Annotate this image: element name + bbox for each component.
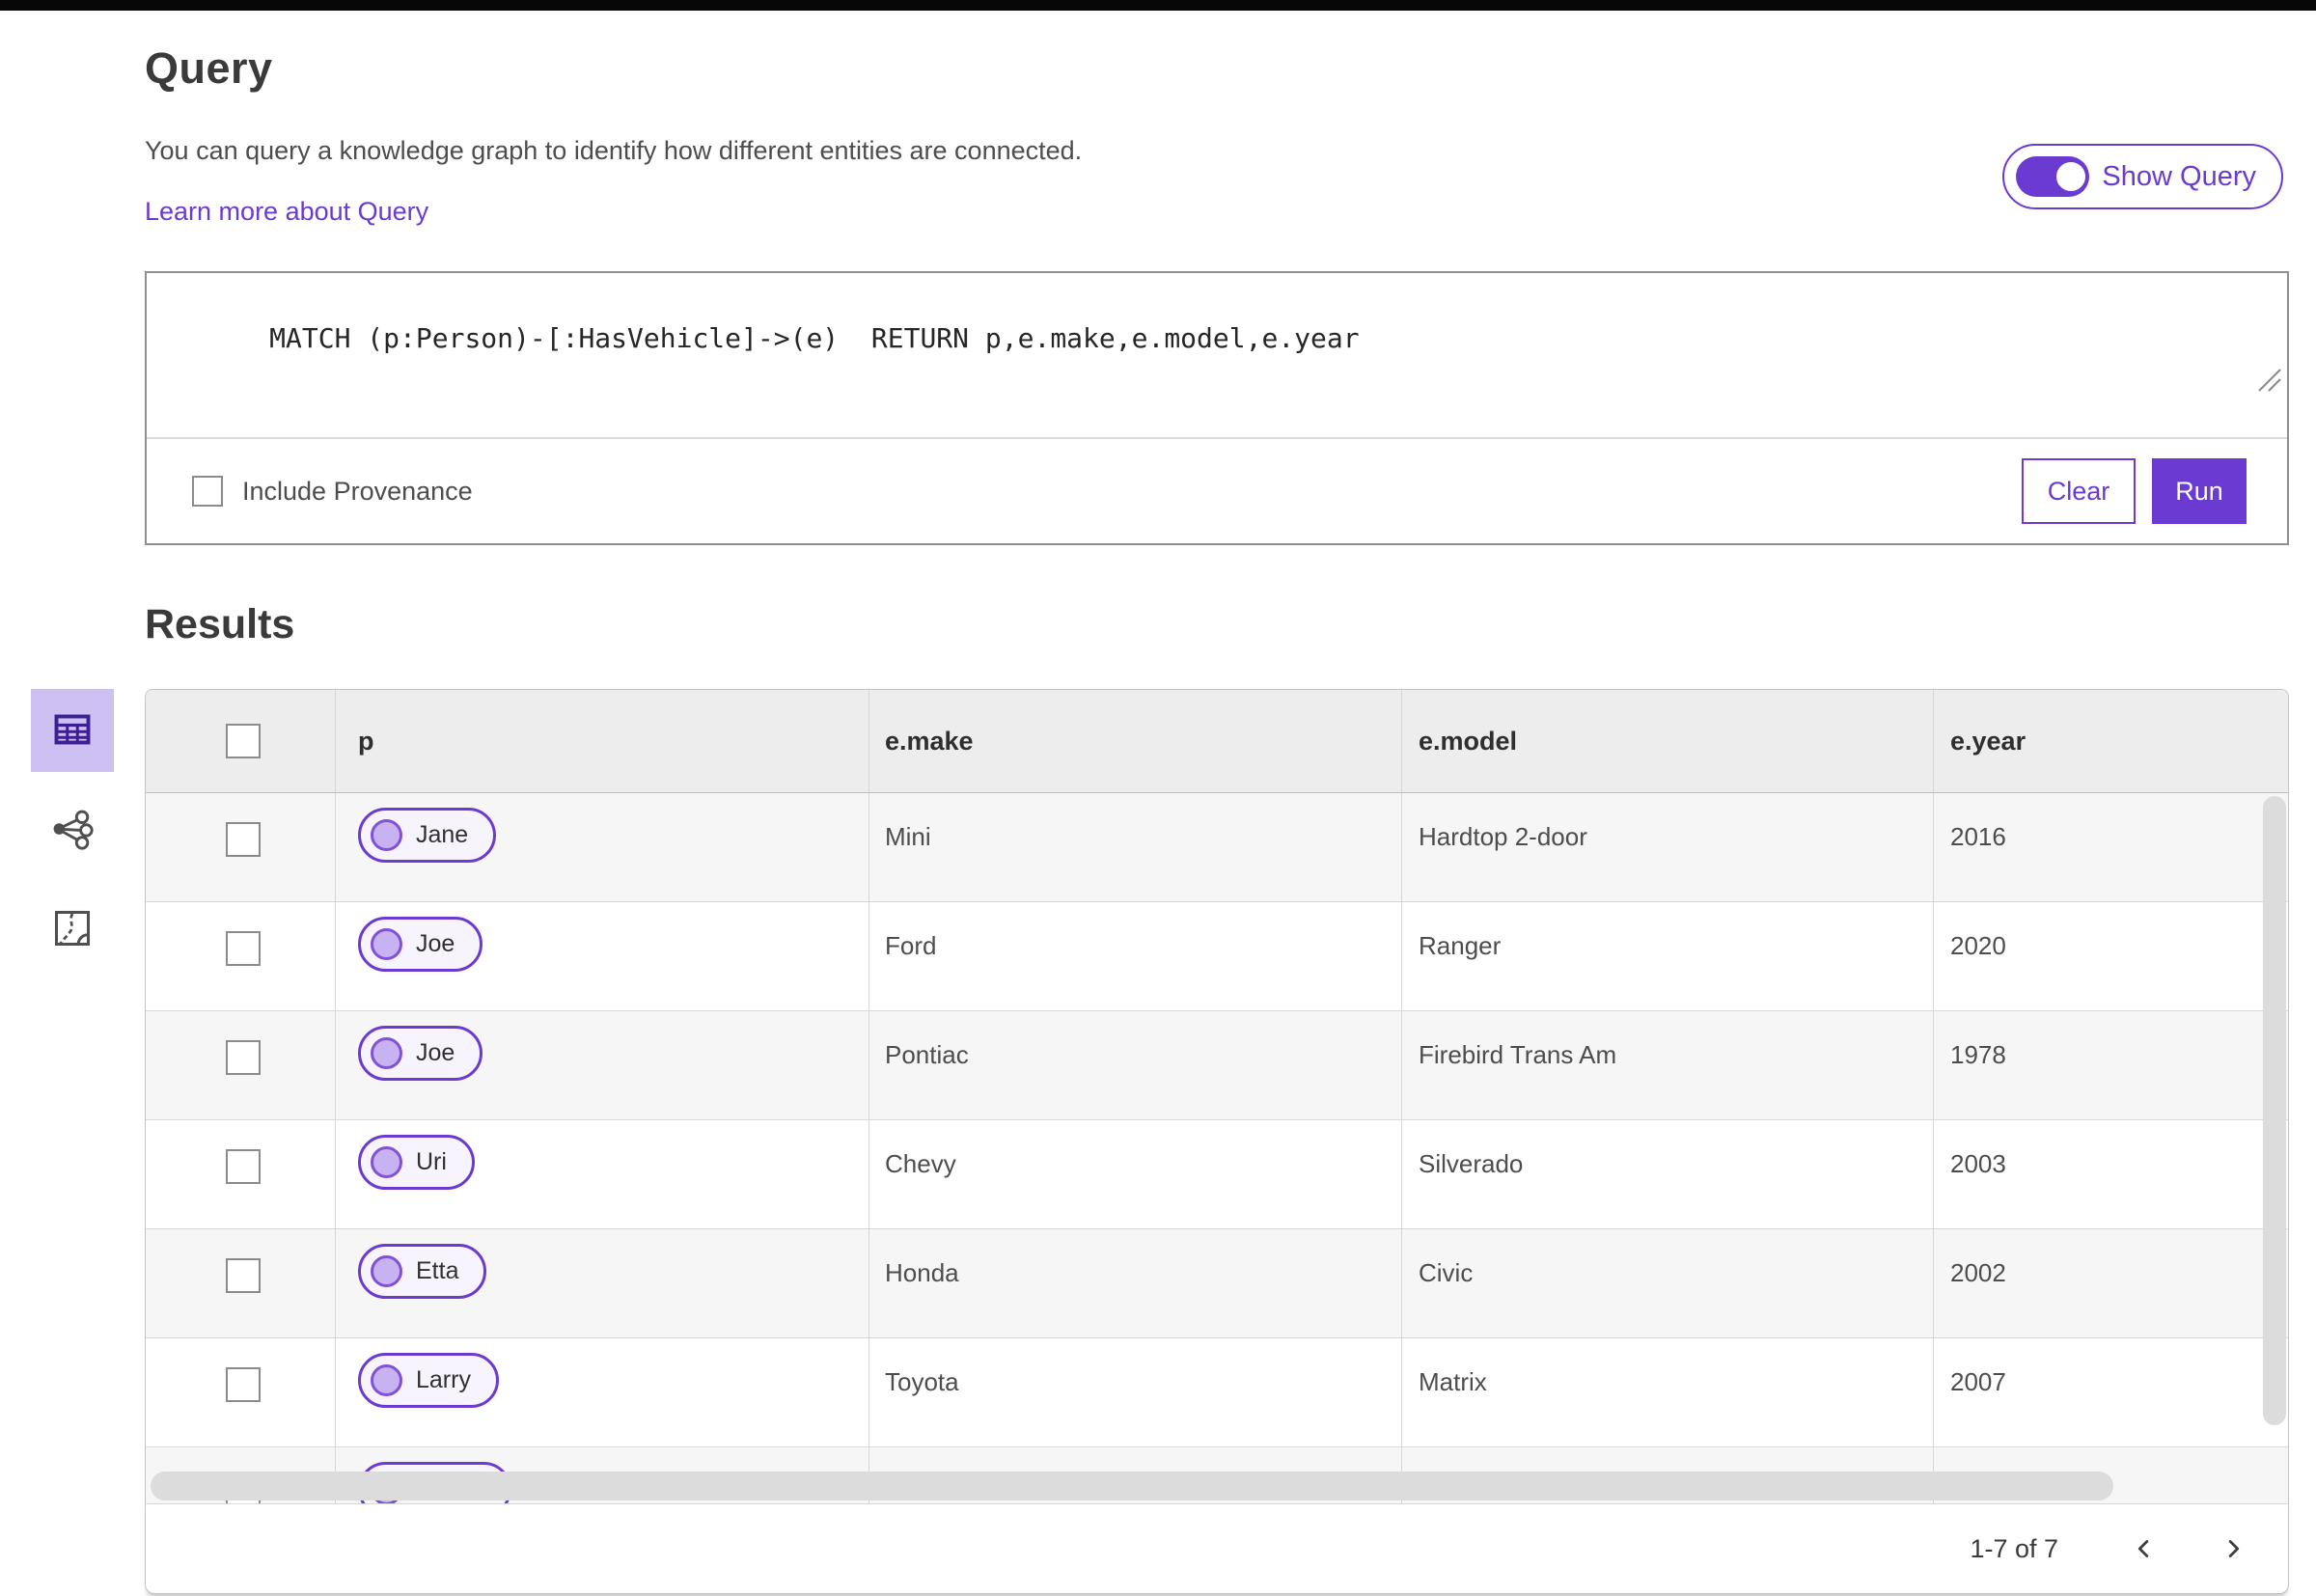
entity-dot-icon xyxy=(371,1364,402,1396)
learn-more-link[interactable]: Learn more about Query xyxy=(145,197,428,227)
horizontal-scrollbar[interactable] xyxy=(151,1472,2113,1500)
query-header-text: Query You can query a knowledge graph to… xyxy=(145,43,1082,227)
table-row: Larry Toyota Matrix 2007 xyxy=(146,1338,2288,1447)
pagination-bar: 1-7 of 7 xyxy=(145,1504,2289,1594)
row-checkbox[interactable] xyxy=(226,931,261,966)
table-row: Etta Honda Civic 2002 xyxy=(146,1229,2288,1338)
table-icon xyxy=(49,706,96,756)
query-textarea[interactable]: MATCH (p:Person)-[:HasVehicle]->(e) RETU… xyxy=(147,273,2287,439)
cell-model: Silverado xyxy=(1402,1120,1934,1228)
row-checkbox[interactable] xyxy=(226,1258,261,1293)
entity-label: Etta xyxy=(416,1257,459,1284)
cell-make: Chevy xyxy=(869,1120,1402,1228)
vertical-scrollbar[interactable] xyxy=(2263,796,2286,1425)
entity-label: Larry xyxy=(416,1366,471,1393)
entity-pill[interactable]: Etta xyxy=(358,1244,487,1299)
header-checkbox-cell xyxy=(146,690,336,792)
toggle-knob xyxy=(2054,159,2089,194)
entity-pill[interactable]: Jane xyxy=(358,808,497,863)
map-icon xyxy=(51,907,94,952)
entity-label: Joe xyxy=(416,1039,455,1066)
row-checkbox[interactable] xyxy=(226,822,261,857)
show-query-label: Show Query xyxy=(2102,160,2256,192)
table-row: Joe Ford Ranger 2020 xyxy=(146,902,2288,1011)
row-checkbox[interactable] xyxy=(226,1040,261,1075)
chevron-left-icon[interactable] xyxy=(2130,1534,2159,1563)
cell-make: Mini xyxy=(869,793,1402,901)
run-button[interactable]: Run xyxy=(2152,458,2247,524)
entity-dot-icon xyxy=(371,928,402,960)
query-editor-panel: MATCH (p:Person)-[:HasVehicle]->(e) RETU… xyxy=(145,271,2289,545)
cell-model: Ranger xyxy=(1402,902,1934,1010)
column-header-p[interactable]: p xyxy=(336,690,869,792)
column-header-make[interactable]: e.make xyxy=(869,690,1402,792)
tab-table-view[interactable] xyxy=(31,689,114,772)
pagination-range-label: 1-7 of 7 xyxy=(1970,1533,2058,1563)
top-black-bar xyxy=(0,0,2316,11)
column-header-model[interactable]: e.model xyxy=(1402,690,1934,792)
entity-pill[interactable]: Uri xyxy=(358,1135,475,1190)
entity-dot-icon xyxy=(371,1037,402,1069)
include-provenance-checkbox[interactable] xyxy=(192,476,223,507)
page-description: You can query a knowledge graph to ident… xyxy=(145,136,1083,165)
cell-year: 2016 xyxy=(1950,822,2006,851)
cell-make: Pontiac xyxy=(869,1011,1402,1119)
row-checkbox[interactable] xyxy=(226,1367,261,1402)
entity-label: Joe xyxy=(416,930,455,957)
cell-model: Hardtop 2-door xyxy=(1402,793,1934,901)
cell-year: 2020 xyxy=(1950,931,2006,960)
entity-label: Jane xyxy=(416,821,469,848)
show-query-toggle[interactable]: Show Query xyxy=(2002,144,2283,209)
query-toolbar-buttons: Clear Run xyxy=(2022,458,2247,524)
table-row: Joe Pontiac Firebird Trans Am 1978 xyxy=(146,1011,2288,1120)
cell-year: 2002 xyxy=(1950,1258,2006,1287)
link-chart-icon xyxy=(50,807,95,854)
cell-make: Toyota xyxy=(869,1338,1402,1446)
entity-pill[interactable]: Larry xyxy=(358,1353,499,1408)
clear-button[interactable]: Clear xyxy=(2022,458,2136,524)
entity-pill[interactable]: Joe xyxy=(358,917,483,972)
cell-model: Civic xyxy=(1402,1229,1934,1337)
entity-pill[interactable]: Joe xyxy=(358,1026,483,1081)
tab-link-chart-view[interactable] xyxy=(31,788,114,871)
row-checkbox[interactable] xyxy=(226,1149,261,1184)
table-row: Uri Chevy Silverado 2003 xyxy=(146,1120,2288,1229)
toggle-switch-icon xyxy=(2016,156,2090,197)
table-header-row: p e.make e.model e.year xyxy=(146,690,2288,793)
cell-year: 2007 xyxy=(1950,1367,2006,1396)
resize-handle-icon[interactable] xyxy=(2127,336,2282,431)
include-provenance-label: Include Provenance xyxy=(242,476,473,506)
select-all-checkbox[interactable] xyxy=(226,724,261,758)
query-header: Query You can query a knowledge graph to… xyxy=(145,43,2289,227)
page-content: Query You can query a knowledge graph to… xyxy=(0,43,2316,1594)
query-text: MATCH (p:Person)-[:HasVehicle]->(e) RETU… xyxy=(269,322,1360,354)
chevron-right-icon[interactable] xyxy=(2219,1534,2247,1563)
cell-model: Firebird Trans Am xyxy=(1402,1011,1934,1119)
tab-map-view[interactable] xyxy=(31,888,114,971)
cell-year: 2003 xyxy=(1950,1149,2006,1178)
entity-dot-icon xyxy=(371,819,402,851)
entity-label: Uri xyxy=(416,1148,447,1175)
results-title: Results xyxy=(145,601,295,647)
page-title: Query xyxy=(145,43,273,93)
query-toolbar: Include Provenance Clear Run xyxy=(147,439,2287,543)
cell-make: Ford xyxy=(869,902,1402,1010)
results-area: p e.make e.model e.year Jane Mini Hardto… xyxy=(31,689,2289,1594)
entity-dot-icon xyxy=(371,1146,402,1178)
table-row: Jane Mini Hardtop 2-door 2016 xyxy=(146,793,2288,902)
view-switcher xyxy=(31,689,114,971)
cell-make: Honda xyxy=(869,1229,1402,1337)
cell-model: Matrix xyxy=(1402,1338,1934,1446)
results-table: p e.make e.model e.year Jane Mini Hardto… xyxy=(145,689,2289,1504)
column-header-year[interactable]: e.year xyxy=(1934,727,2288,757)
entity-dot-icon xyxy=(371,1255,402,1287)
cell-year: 1978 xyxy=(1950,1040,2006,1069)
